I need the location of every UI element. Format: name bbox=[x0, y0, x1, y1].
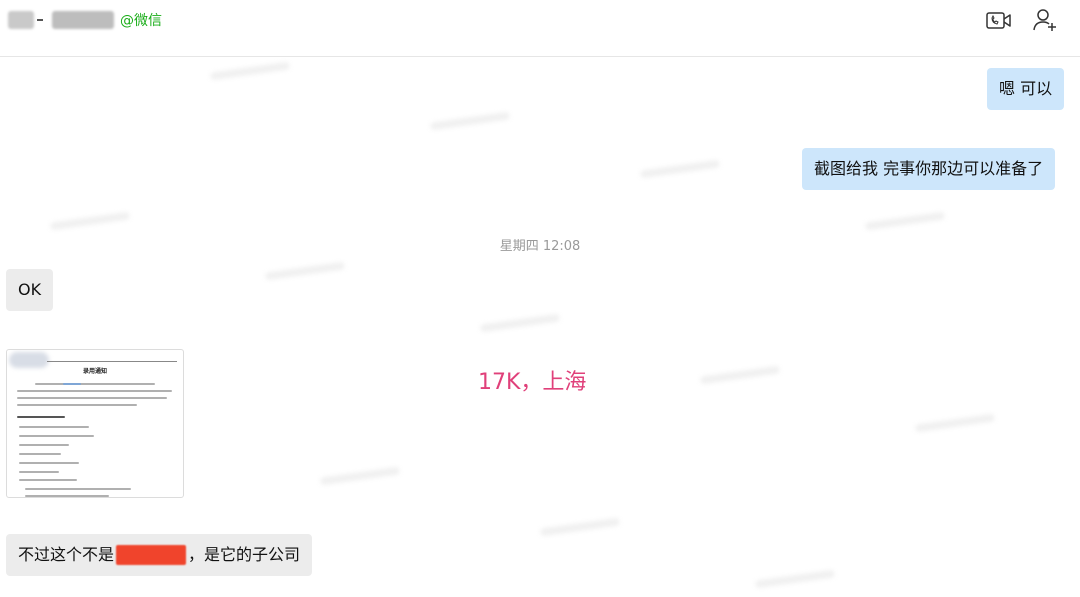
watermark bbox=[264, 261, 346, 281]
image-message[interactable]: 录用通知 bbox=[6, 349, 184, 498]
name-separator bbox=[37, 19, 43, 21]
message-bubble-outgoing[interactable]: 嗯 可以 bbox=[987, 68, 1065, 110]
message-bubble-incoming[interactable]: 不过这个不是 ，是它的子公司 bbox=[6, 534, 313, 576]
document-line bbox=[19, 462, 79, 464]
document-line bbox=[17, 397, 167, 399]
message-text: ，是它的子公司 bbox=[188, 545, 301, 564]
document-line bbox=[17, 390, 172, 392]
blurred-name-part bbox=[52, 11, 114, 29]
document-line bbox=[19, 479, 77, 481]
chat-header: @微信 bbox=[0, 0, 1080, 57]
message-bubble-incoming[interactable]: OK bbox=[6, 269, 54, 311]
wechat-tag: @微信 bbox=[120, 13, 162, 29]
document-line bbox=[35, 383, 155, 385]
document-line bbox=[19, 444, 69, 446]
message-bubble-outgoing[interactable]: 截图给我 完事你那边可以准备了 bbox=[802, 148, 1056, 190]
document-line bbox=[19, 435, 94, 437]
redacted-text bbox=[116, 545, 187, 565]
watermark bbox=[539, 517, 621, 537]
watermark bbox=[429, 111, 511, 131]
watermark bbox=[49, 211, 131, 231]
blurred-name-part bbox=[8, 11, 34, 29]
document-rule bbox=[47, 361, 177, 362]
watermark bbox=[319, 466, 401, 486]
document-line bbox=[63, 383, 81, 385]
document-line bbox=[19, 426, 89, 428]
message-timestamp: 星期四 12:08 bbox=[499, 239, 581, 254]
watermark bbox=[754, 569, 836, 589]
watermark bbox=[209, 61, 291, 81]
watermark bbox=[699, 365, 781, 385]
add-contact-icon[interactable] bbox=[1032, 6, 1060, 34]
document-line bbox=[19, 471, 59, 473]
video-call-icon[interactable] bbox=[985, 9, 1013, 33]
document-line bbox=[17, 404, 137, 406]
document-line bbox=[19, 453, 61, 455]
document-line bbox=[25, 488, 131, 490]
document-line bbox=[17, 416, 65, 418]
document-title: 录用通知 bbox=[82, 368, 107, 375]
watermark bbox=[639, 159, 721, 179]
overlay-annotation: 17K，上海 bbox=[478, 370, 587, 395]
document-line bbox=[25, 495, 109, 497]
chat-area: 嗯 可以 截图给我 完事你那边可以准备了 星期四 12:08 OK 录用通知 1… bbox=[0, 57, 1080, 597]
message-text: 不过这个不是 bbox=[18, 545, 115, 564]
contact-name[interactable]: @微信 bbox=[8, 10, 162, 30]
watermark bbox=[479, 313, 561, 333]
watermark bbox=[914, 413, 996, 433]
watermark bbox=[864, 211, 946, 231]
